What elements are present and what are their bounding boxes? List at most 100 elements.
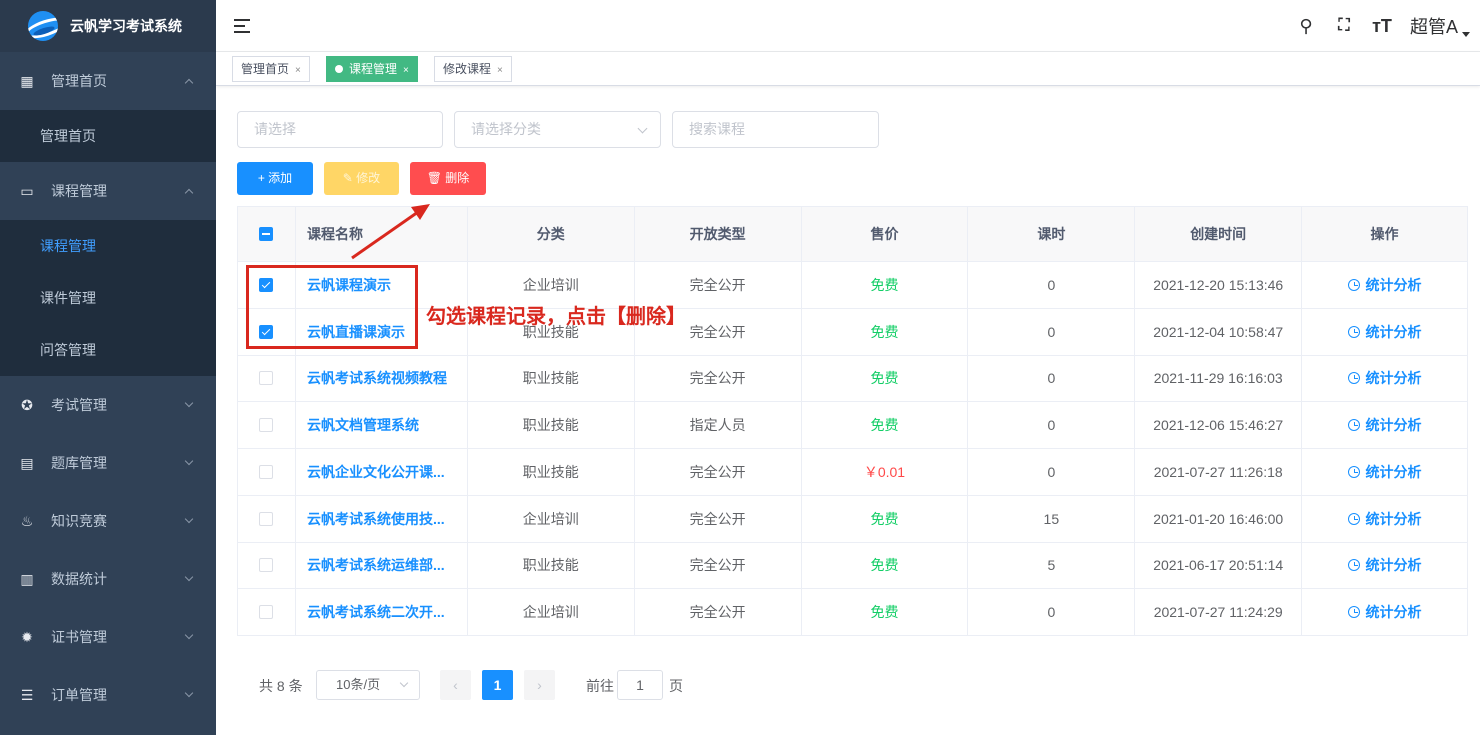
stats-analysis-link[interactable]: 统计分析 [1347, 555, 1422, 575]
stats-analysis-link[interactable]: 统计分析 [1347, 322, 1422, 342]
course-name-link[interactable]: 云帆考试系统二次开... [296, 589, 468, 635]
category-placeholder: 请选择分类 [471, 121, 541, 137]
hours-cell: 0 [968, 589, 1136, 635]
menu-course[interactable]: ▭ 课程管理 [0, 162, 216, 220]
stats-analysis-label: 统计分析 [1365, 370, 1422, 387]
page-size-select[interactable]: 10条/页 [316, 670, 420, 700]
clock-icon [1347, 278, 1360, 291]
table-row: 云帆文档管理系统 职业技能 指定人员 免费 0 2021-12-06 15:46:27 统计… [238, 402, 1468, 449]
stats-analysis-link[interactable]: 统计分析 [1347, 509, 1422, 529]
total-count: 共 8 条 [259, 678, 303, 694]
annotation-box [246, 265, 418, 349]
tag-home[interactable]: 管理首页 × [232, 56, 310, 82]
column-header: 课时 [968, 207, 1136, 261]
app-logo[interactable]: 云帆学习考试系统 [0, 0, 216, 52]
row-checkbox[interactable] [259, 558, 274, 573]
stats-analysis-link[interactable]: 统计分析 [1347, 415, 1422, 435]
clock-icon [1347, 465, 1360, 478]
row-checkbox[interactable] [259, 418, 274, 433]
search-input[interactable]: 搜索课程 [672, 111, 879, 148]
tag-course-manage[interactable]: 课程管理 × [326, 56, 418, 82]
created-time-cell: 2021-12-06 15:46:27 [1135, 402, 1303, 448]
menu-certificate-label: 证书管理 [51, 629, 107, 645]
tag-edit-course[interactable]: 修改课程 × [434, 56, 512, 82]
dashboard-icon: ▦ [20, 73, 34, 89]
close-icon[interactable]: × [403, 65, 409, 76]
course-name-link[interactable]: 云帆考试系统运维部... [296, 542, 468, 589]
price-cell: ￥0.01 [802, 449, 969, 495]
open-type-cell: 完全公开 [635, 542, 802, 589]
fullscreen-icon[interactable]: ⛶ [1334, 17, 1354, 35]
select-all-checkbox[interactable] [259, 227, 274, 241]
menu-exam-label: 考试管理 [51, 397, 107, 413]
sidebar-item-dashboard[interactable]: 管理首页 [0, 110, 216, 162]
sidebar-item-course-manage[interactable]: 课程管理 [0, 220, 216, 272]
price-cell: 免费 [802, 262, 969, 308]
course-name-link[interactable]: 云帆文档管理系统 [296, 402, 468, 448]
delete-button[interactable]: 🗑 删除 [410, 162, 486, 195]
menu-certificate[interactable]: ✹ 证书管理 [0, 608, 216, 666]
menu-contest[interactable]: ♨ 知识竞赛 [0, 492, 216, 550]
course-name-link[interactable]: 云帆企业文化公开课... [296, 449, 468, 495]
goto-page-input[interactable]: 1 [617, 670, 663, 700]
course-name-link[interactable]: 云帆考试系统视频教程 [296, 355, 468, 402]
course-name-link[interactable]: 云帆考试系统使用技... [296, 495, 468, 542]
created-time-cell: 2021-07-27 11:24:29 [1135, 589, 1303, 635]
table-row: 云帆考试系统运维部... 职业技能 完全公开 免费 5 2021-06-17 20:51:… [238, 542, 1468, 590]
exam-icon: ✪ [21, 397, 33, 413]
goto-label: 前往 [586, 678, 614, 694]
hours-cell: 0 [968, 355, 1136, 402]
clock-icon [1347, 372, 1360, 385]
close-icon[interactable]: × [497, 65, 503, 76]
tag-label: 修改课程 [443, 62, 492, 76]
search-icon[interactable]: ⚲ [1296, 16, 1316, 37]
stats-analysis-link[interactable]: 统计分析 [1347, 602, 1422, 622]
prev-page-button[interactable]: ‹ [440, 670, 471, 700]
user-menu[interactable]: 超管A [1410, 13, 1470, 39]
sidebar: 云帆学习考试系统 ▦ 管理首页 管理首页 ▭ 课程管理 课程管理 课件管理 问答… [0, 0, 216, 735]
row-checkbox[interactable] [259, 464, 274, 479]
sidebar-item-courseware[interactable]: 课件管理 [0, 272, 216, 324]
stats-analysis-link[interactable]: 统计分析 [1347, 462, 1422, 482]
user-name: 超管A [1409, 17, 1458, 37]
menu-stats[interactable]: ▥ 数据统计 [0, 550, 216, 608]
stats-analysis-link[interactable]: 统计分析 [1347, 368, 1422, 388]
top-navbar: ⚲ ⛶ ᴛT 超管A [216, 0, 1480, 52]
edit-button[interactable]: ✎ 修改 [324, 162, 399, 195]
row-checkbox[interactable] [259, 511, 274, 526]
tags-view: 管理首页 × 课程管理 × 修改课程 × [216, 52, 1480, 86]
fire-icon: ♨ [20, 513, 34, 529]
stats-analysis-label: 统计分析 [1365, 276, 1422, 293]
add-button[interactable]: + 添加 [237, 162, 313, 195]
category-cell: 职业技能 [468, 355, 635, 402]
price-cell: 免费 [802, 542, 969, 589]
column-header: 分类 [468, 207, 635, 261]
sidebar-item-qa[interactable]: 问答管理 [0, 324, 216, 376]
caret-down-icon [1462, 32, 1470, 37]
menu-question-bank-label: 题库管理 [51, 455, 107, 471]
sidebar-item-label: 课程管理 [40, 238, 96, 254]
close-icon[interactable]: × [295, 65, 301, 76]
select-input[interactable]: 请选择 [237, 111, 443, 148]
menu-dashboard-label: 管理首页 [51, 73, 107, 89]
collapse-menu-icon[interactable] [234, 18, 252, 34]
menu-exam[interactable]: ✪ 考试管理 [0, 376, 216, 434]
page-number-button[interactable]: 1 [482, 670, 513, 700]
menu-question-bank[interactable]: ▤ 题库管理 [0, 434, 216, 492]
logo-icon [28, 11, 58, 41]
created-time-cell: 2021-12-20 15:13:46 [1135, 262, 1303, 308]
category-select[interactable]: 请选择分类 [454, 111, 661, 148]
next-page-button[interactable]: › [524, 670, 555, 700]
bar-chart-icon: ▥ [20, 571, 34, 587]
menu-dashboard[interactable]: ▦ 管理首页 [0, 52, 216, 110]
hours-cell: 0 [968, 262, 1136, 308]
row-checkbox[interactable] [259, 371, 274, 386]
chevron-down-icon [184, 398, 194, 408]
row-checkbox[interactable] [259, 605, 274, 620]
stats-analysis-link[interactable]: 统计分析 [1347, 275, 1422, 295]
clock-icon [1347, 325, 1360, 338]
tag-label: 管理首页 [241, 62, 290, 76]
clock-icon [1347, 559, 1360, 572]
font-size-icon[interactable]: ᴛT [1372, 16, 1392, 37]
book-icon: ▭ [20, 183, 34, 199]
